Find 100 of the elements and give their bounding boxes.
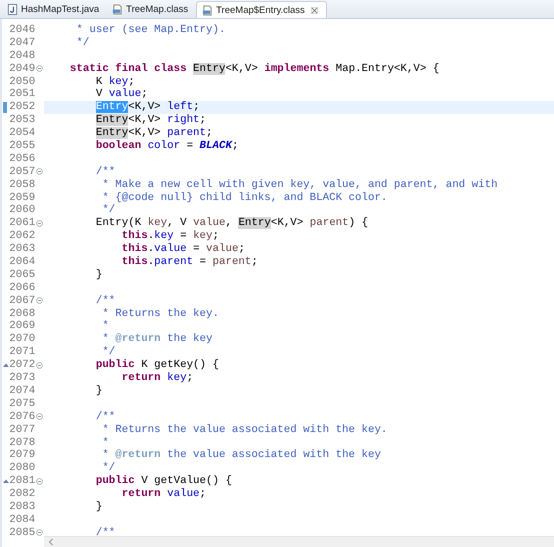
line-number: 2071 <box>8 346 36 360</box>
code-keyword: return <box>122 372 161 384</box>
line-number: 2075 <box>8 398 36 411</box>
line-number: 2077 <box>8 424 36 437</box>
code-variable: key <box>193 230 213 242</box>
collapse-icon[interactable] <box>36 297 44 304</box>
line-number: 2070 <box>8 333 36 346</box>
line-number: 2068 <box>8 308 36 320</box>
close-icon[interactable] <box>310 6 318 14</box>
line-number: 2051 <box>8 88 36 102</box>
class-file-icon <box>112 4 124 15</box>
occurrence-highlight: Entry <box>96 127 128 140</box>
class-file-icon <box>202 4 214 16</box>
line-number: 2063 <box>8 243 36 256</box>
code-text: ; <box>200 114 206 126</box>
line-number: 2069 <box>8 320 36 334</box>
code-field: right <box>167 114 200 126</box>
editor-tab[interactable]: TreeMap$Entry.class <box>196 1 327 18</box>
code-text: <K,V> <box>128 114 161 126</box>
line-number: 2073 <box>8 372 36 385</box>
code-variable: parent <box>310 217 349 230</box>
code-comment: */ <box>102 346 116 358</box>
line-number: 2085 <box>8 526 36 540</box>
code-text: K getKey() { <box>141 359 219 372</box>
line-number: 2081 <box>8 475 36 488</box>
line-number: 2058 <box>8 178 36 192</box>
code-field: value <box>167 488 200 500</box>
code-comment: the value associated with the key <box>167 449 381 462</box>
code-text: ; <box>141 88 148 100</box>
code-field: parent <box>154 256 194 268</box>
code-keyword: this <box>122 230 148 242</box>
line-number: 2065 <box>8 268 36 282</box>
code-variable: value <box>193 217 226 230</box>
collapse-icon[interactable] <box>36 168 44 176</box>
code-text: = <box>193 243 200 256</box>
occurrence-highlight: Entry <box>96 114 128 126</box>
code-text: ; <box>186 372 194 384</box>
code-text: . <box>148 230 154 242</box>
horizontal-scrollbar[interactable] <box>44 536 554 547</box>
code-field: color <box>148 140 180 152</box>
collapse-icon[interactable] <box>36 529 44 536</box>
code-field: key <box>154 230 174 242</box>
collapse-icon[interactable] <box>36 478 44 485</box>
scroll-left-icon[interactable] <box>48 538 54 546</box>
line-number: 2053 <box>8 114 36 128</box>
line-number: 2050 <box>8 76 36 88</box>
code-text: ; <box>206 127 213 140</box>
code-keyword: boolean <box>96 140 142 152</box>
code-field: key <box>108 76 128 88</box>
line-number: 2048 <box>8 50 36 63</box>
code-keyword: this <box>122 256 148 268</box>
code-text: ; <box>251 256 258 268</box>
line-number: 2062 <box>8 230 36 244</box>
line-number: 2082 <box>8 488 36 501</box>
code-text: ; <box>128 76 135 88</box>
selected-text: Entry <box>96 101 128 114</box>
line-number: 2047 <box>8 36 36 50</box>
code-comment: */ <box>102 204 116 216</box>
line-number: 2083 <box>8 500 36 514</box>
code-text: . <box>148 256 154 268</box>
code-keyword: static final class <box>70 62 187 75</box>
code-keyword: public <box>96 475 135 488</box>
line-number: 2055 <box>8 140 36 153</box>
code-text: ; <box>200 488 206 500</box>
code-text: V <box>96 88 102 100</box>
code-comment: * <box>102 449 109 462</box>
collapse-icon[interactable] <box>36 362 44 369</box>
code-comment: * {@code null} child links, and BLACK color. <box>102 192 388 204</box>
code-comment: * Returns the key. <box>102 308 219 320</box>
collapse-icon[interactable] <box>36 413 44 420</box>
line-number: 2080 <box>8 462 36 476</box>
code-text: ; <box>193 101 200 114</box>
line-number: 2076 <box>8 410 36 424</box>
code-variable: key <box>148 217 168 230</box>
line-number: 2059 <box>8 192 36 204</box>
code-text: <K,V> <box>225 62 258 75</box>
doc-tag: @return <box>115 333 161 346</box>
code-text: Map.Entry<K,V> { <box>336 62 440 75</box>
line-number: 2084 <box>8 514 36 527</box>
code-text: } <box>96 268 102 281</box>
code-text: = <box>186 140 194 152</box>
code-field: value <box>108 88 142 100</box>
line-number: 2078 <box>8 436 36 450</box>
code-text: <K,V> <box>128 127 161 140</box>
code-comment: /** <box>96 294 116 307</box>
line-number: 2056 <box>8 152 36 166</box>
code-text: K <box>96 76 102 88</box>
collapse-icon[interactable] <box>36 220 44 227</box>
code-text: ; <box>238 243 245 256</box>
editor-tab[interactable]: TreeMap.class <box>107 1 196 18</box>
line-number: 2046 <box>8 24 36 37</box>
line-number: 2072 <box>8 359 36 372</box>
code-keyword: return <box>122 488 161 500</box>
editor-tab[interactable]: HashMapTest.java <box>2 1 108 18</box>
collapse-icon[interactable] <box>36 65 44 72</box>
line-number: 2064 <box>8 256 36 269</box>
line-number: 2054 <box>8 127 36 140</box>
line-number: 2061 <box>8 217 36 230</box>
code-comment: /** <box>96 410 116 423</box>
line-number: 2057 <box>8 166 36 179</box>
